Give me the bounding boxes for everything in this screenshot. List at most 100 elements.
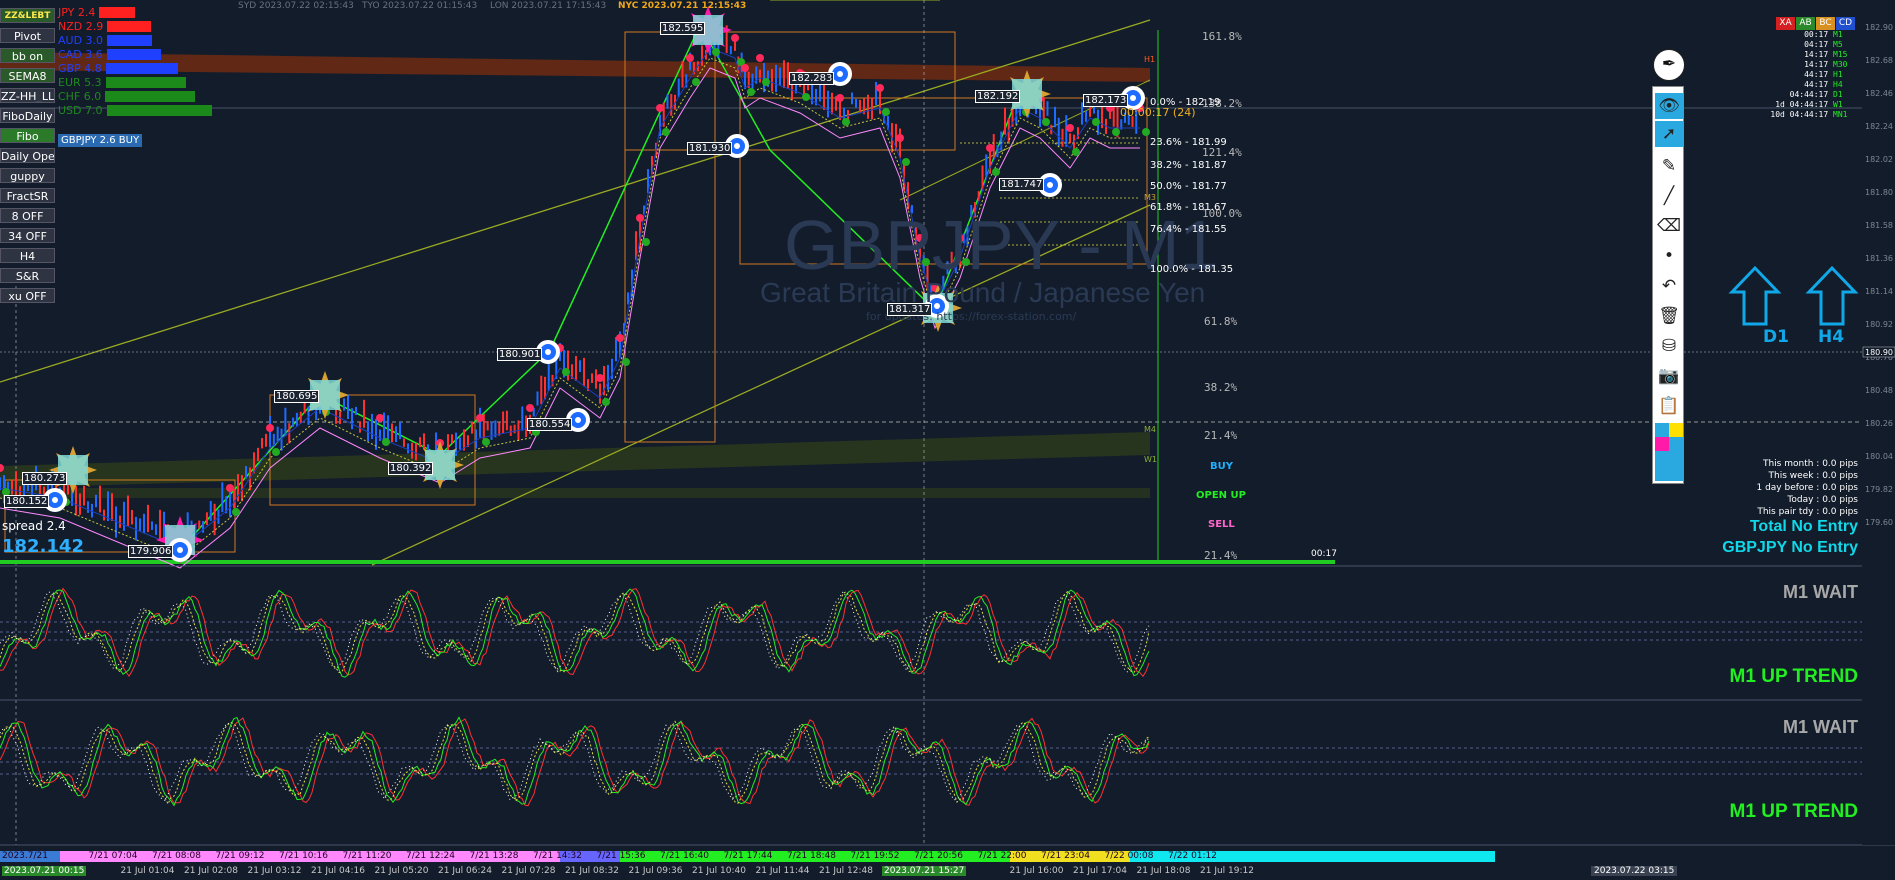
svg-text:M3: M3: [1144, 193, 1156, 202]
osc2-status: M1 WAIT: [1783, 717, 1858, 737]
left-button[interactable]: 8 OFF: [0, 208, 55, 223]
tf-name: M1: [1833, 30, 1843, 39]
zigzag-price-label: 182.192: [975, 90, 1021, 103]
price-chart[interactable]: H1 M3 M4 W1 182.90 182.68 182.46 182.24 182.…: [0, 0, 1895, 880]
currency-strength-nzd: NZD 2.9: [58, 21, 152, 33]
left-button[interactable]: bb on: [0, 48, 55, 63]
svg-text:H1: H1: [1144, 55, 1155, 64]
left-button[interactable]: H4: [0, 248, 55, 263]
mini-button-bc[interactable]: BC: [1816, 17, 1835, 30]
trash-icon[interactable]: 🗑: [1655, 303, 1683, 329]
currency-value: 3.6: [85, 48, 103, 61]
line-icon[interactable]: ╱: [1655, 183, 1683, 209]
svg-text:W1: W1: [1144, 455, 1157, 464]
fractal-dot: [266, 424, 274, 432]
time-label: 7/21 12:24: [406, 851, 456, 861]
fib-level: 76.4% - 181.55: [1150, 224, 1227, 235]
open-label: OPEN UP: [1196, 490, 1246, 501]
left-button[interactable]: SEMA8: [0, 68, 55, 83]
arrow-label-h4: H4: [1818, 327, 1845, 347]
currency-strength-cad: CAD 3.6: [58, 49, 161, 61]
zigzag-price-label: 182.283: [789, 72, 835, 85]
oscillator-line: [0, 722, 1150, 802]
left-button[interactable]: ZZ-HH_LL: [0, 88, 55, 103]
fractal-dot: [842, 118, 850, 126]
pen-tool-icon[interactable]: ✒: [1653, 49, 1685, 81]
clipboard-icon[interactable]: 📋: [1655, 393, 1683, 419]
left-button[interactable]: Daily Open: [0, 148, 55, 163]
fractal-dot: [526, 404, 534, 412]
currency-value: 2.4: [77, 6, 96, 19]
fractal-dot: [602, 398, 610, 406]
range-box: [624, 31, 716, 443]
sell-label: SELL: [1208, 519, 1235, 530]
left-button[interactable]: xu OFF: [0, 288, 55, 303]
time-label: 7/21 19:52: [850, 851, 900, 861]
left-button[interactable]: ZZ&LEBT: [0, 8, 55, 23]
price-scale-tick: 179.82: [1865, 485, 1893, 494]
zigzag-price-label: 182.173: [1083, 94, 1129, 107]
date-label: 21 Jul 07:28: [501, 866, 556, 876]
currency-strength-chf: CHF 6.0: [58, 90, 196, 103]
support-zone-2: [0, 488, 1150, 498]
left-button[interactable]: Fibo: [0, 128, 55, 143]
time-label: 7/21 07:04: [88, 851, 138, 861]
price-scale-tick: 182.46: [1865, 89, 1893, 98]
date-label: 21 Jul 11:44: [755, 866, 810, 876]
eraser-icon[interactable]: ⌫: [1655, 213, 1683, 239]
session-sydney: SYD 2023.07.22 02:15:43: [238, 1, 354, 11]
fractal-dot: [731, 34, 739, 42]
zigzag-price-label: 181.747: [999, 178, 1045, 191]
color-palette[interactable]: [1655, 423, 1683, 481]
marker-icon[interactable]: ✎: [1655, 153, 1683, 179]
buy-label: BUY: [1210, 461, 1233, 472]
currency-bar: [106, 105, 212, 116]
pair-signal: GBPJPY 2.6 BUY: [58, 134, 143, 147]
mini-button-ab[interactable]: AB: [1796, 17, 1815, 30]
zigzag-price-label: 181.317: [887, 303, 933, 316]
price-scale-tick: 182.24: [1865, 122, 1893, 131]
left-button[interactable]: 34 OFF: [0, 228, 55, 243]
left-button[interactable]: S&R: [0, 268, 55, 283]
osc1-trend: M1 UP TREND: [1729, 666, 1858, 687]
undo-icon[interactable]: ↶: [1655, 273, 1683, 299]
currency-strength-jpy: JPY 2.4: [58, 6, 136, 19]
osc2-trend: M1 UP TREND: [1729, 801, 1858, 822]
left-button[interactable]: FractSR: [0, 188, 55, 203]
date-label: 21 Jul 19:12: [1200, 866, 1254, 876]
currency-name: GBP: [58, 62, 81, 75]
currency-name: JPY: [58, 6, 75, 19]
left-button[interactable]: FiboDaily: [0, 108, 55, 123]
oscillator-line: [0, 587, 1150, 678]
tf-countdown: 04:17 M5: [1745, 40, 1855, 49]
currency-value: 7.0: [85, 104, 103, 117]
camera-icon[interactable]: 📷: [1655, 363, 1683, 389]
price-scale-tick: 181.36: [1865, 254, 1893, 263]
bucket-icon[interactable]: ⛁: [1655, 333, 1683, 359]
spread-label: spread 2.4: [2, 519, 66, 533]
price-scale-tick: 180.26: [1865, 419, 1893, 428]
tf-countdown: 10d 04:44:17 MN1: [1745, 110, 1855, 119]
left-button[interactable]: guppy: [0, 168, 55, 183]
tf-countdown: 14:17 M15: [1745, 50, 1855, 59]
dot-icon[interactable]: •: [1655, 243, 1683, 269]
tf-name: D1: [1833, 90, 1843, 99]
eye-icon[interactable]: 👁: [1655, 93, 1683, 119]
currency-value: 6.0: [83, 90, 102, 103]
time-label: 7/21 18:48: [787, 851, 837, 861]
tf-countdown: 1d 04:44:17 W1: [1745, 100, 1855, 109]
tf-name: M30: [1833, 60, 1848, 69]
stat-day-before: 1 day before : 0.0 pips: [1756, 483, 1858, 493]
mini-button-cd[interactable]: CD: [1836, 17, 1855, 30]
price-scale-tick: 179.60: [1865, 518, 1893, 527]
left-button[interactable]: Pivot: [0, 28, 55, 43]
cursor-icon[interactable]: ➚: [1655, 121, 1683, 147]
mini-button-xa[interactable]: XA: [1776, 17, 1795, 30]
date-right: 2023.07.22 03:15: [1591, 866, 1678, 876]
zigzag-price-label: 180.554: [527, 418, 573, 431]
symbol-subtitle: Great Britain Pound / Japanese Yen: [760, 277, 1206, 308]
stat-week: This week : 0.0 pips: [1768, 471, 1858, 481]
target-icon: [837, 71, 843, 77]
fib-level: 100.0% - 181.35: [1150, 264, 1234, 275]
oscillator-line: [0, 588, 1150, 678]
